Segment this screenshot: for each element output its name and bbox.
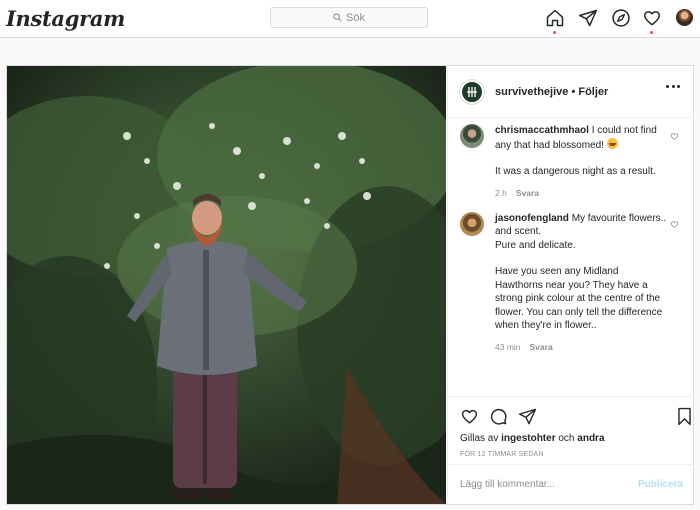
explore-icon[interactable] xyxy=(611,8,631,28)
comment-username[interactable]: jasonofengland xyxy=(495,213,569,224)
post-card: survivethejive • Följer chrismaccathmhao… xyxy=(6,65,695,505)
post-header-text: survivethejive • Följer xyxy=(495,86,608,98)
post-timestamp[interactable]: FÖR 12 TIMMAR SEDAN xyxy=(460,451,683,458)
search-icon xyxy=(333,13,342,22)
search-box[interactable]: Sök xyxy=(270,7,428,28)
save-bookmark-icon[interactable] xyxy=(675,407,694,426)
activity-notification-dot xyxy=(650,31,653,34)
comment-like-heart-icon[interactable] xyxy=(670,220,679,229)
comment-text: and scent. xyxy=(495,226,542,237)
top-navigation-bar: Instagram Sök xyxy=(0,0,700,38)
comment-text: It was a dangerous night as a result. xyxy=(495,166,656,177)
comment: jasonofengland My favourite flowers.. an… xyxy=(448,211,695,352)
comment-meta: 43 min Svara xyxy=(495,342,667,352)
comment-time: 2 h xyxy=(495,187,507,198)
comment-username[interactable]: chrismaccathmhaol xyxy=(495,125,589,136)
share-icon[interactable] xyxy=(518,407,537,426)
post-sidebar: survivethejive • Följer chrismaccathmhao… xyxy=(447,66,695,504)
reply-button[interactable]: Svara xyxy=(516,188,539,198)
likes-joiner: och xyxy=(558,433,575,444)
commenter-avatar[interactable] xyxy=(460,124,484,148)
home-icon[interactable] xyxy=(545,8,565,28)
post-actions: Gillas av ingestohter och andra FÖR 12 T… xyxy=(448,396,695,458)
likes-prefix: Gillas av xyxy=(460,433,499,444)
direct-message-icon[interactable] xyxy=(578,8,598,28)
more-options-icon[interactable] xyxy=(666,85,680,89)
instagram-logo[interactable]: Instagram xyxy=(6,6,125,31)
likes-summary: Gillas av ingestohter och andra xyxy=(460,433,683,444)
profile-avatar[interactable] xyxy=(676,9,693,26)
author-avatar[interactable] xyxy=(460,79,484,104)
post-header: survivethejive • Följer xyxy=(448,66,694,118)
comment-text: Pure and delicate. xyxy=(495,239,576,251)
search-placeholder: Sök xyxy=(346,11,365,24)
follow-status-button[interactable]: Följer xyxy=(578,86,608,98)
post-image xyxy=(7,66,446,504)
post-photo[interactable] xyxy=(7,66,446,504)
reply-button[interactable]: Svara xyxy=(530,342,553,352)
add-comment-input[interactable] xyxy=(460,479,638,490)
comment: chrismaccathmhaol I could not find any t… xyxy=(448,124,695,198)
comment-time: 43 min xyxy=(495,341,521,352)
likes-others-link[interactable]: andra xyxy=(577,433,604,444)
author-logo-icon xyxy=(467,86,477,97)
comment-like-heart-icon[interactable] xyxy=(670,132,679,141)
comment-text: Have you seen any Midland Hawthorns near… xyxy=(495,266,663,331)
activity-heart-icon[interactable] xyxy=(642,8,662,28)
grinning-emoji-icon xyxy=(606,137,618,149)
home-notification-dot xyxy=(553,31,556,34)
liked-by-user[interactable]: ingestohter xyxy=(501,433,555,444)
publish-button[interactable]: Publicera xyxy=(638,479,683,490)
comment-text: My favourite flowers.. xyxy=(571,212,667,224)
add-comment-bar: Publicera xyxy=(448,464,695,504)
comment-meta: 2 h Svara xyxy=(495,188,667,198)
comment-body: chrismaccathmhaol I could not find any t… xyxy=(495,124,667,179)
commenter-avatar[interactable] xyxy=(460,211,484,236)
header-separator: • xyxy=(571,85,576,98)
author-username[interactable]: survivethejive xyxy=(495,86,568,98)
action-buttons-row xyxy=(460,405,691,429)
comment-body: jasonofengland My favourite flowers.. an… xyxy=(495,212,667,333)
like-heart-icon[interactable] xyxy=(460,407,479,426)
comments-list[interactable]: chrismaccathmhaol I could not find any t… xyxy=(448,124,695,394)
comment-bubble-icon[interactable] xyxy=(489,407,508,426)
